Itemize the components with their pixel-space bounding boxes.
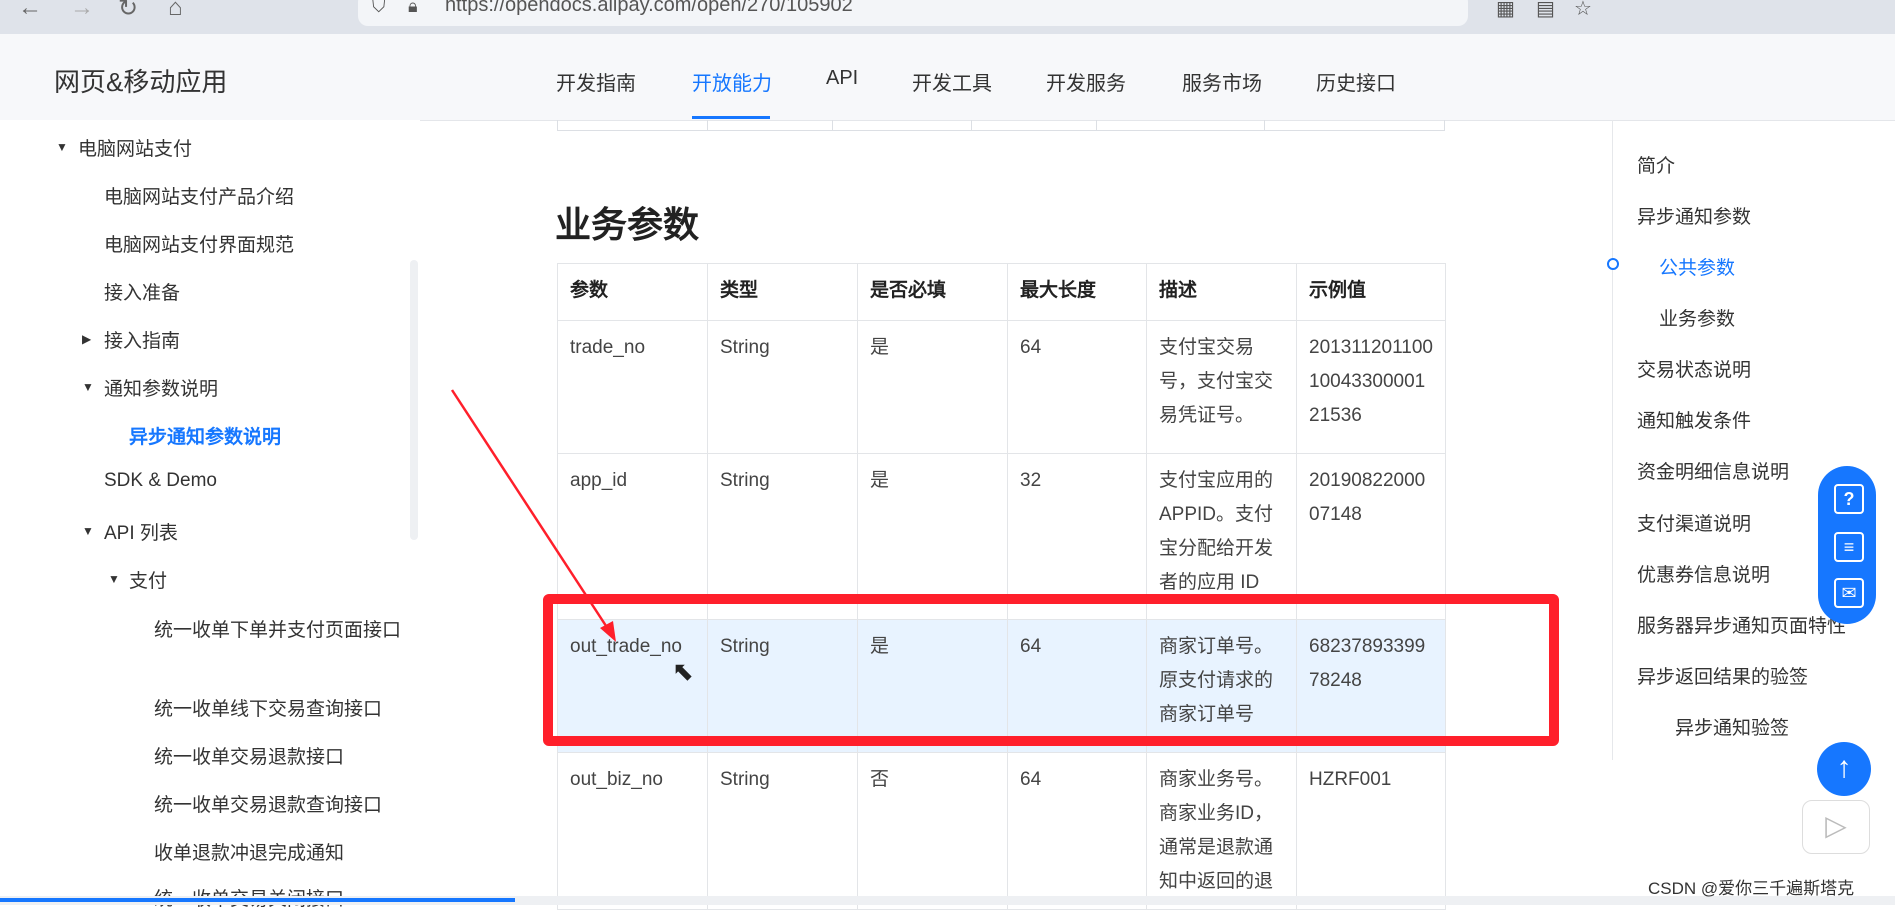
cell-max-length: 64 bbox=[1007, 752, 1147, 910]
floating-help-bar: ? ≡ ✉ bbox=[1818, 466, 1876, 624]
toc-item-business-params[interactable]: 业务参数 bbox=[1659, 304, 1735, 331]
prev-table-bottom bbox=[557, 120, 1445, 131]
cell-description: 商家业务号。商家业务ID，通常是退款通知中返回的退 bbox=[1146, 752, 1297, 910]
active-tab-indicator bbox=[692, 116, 770, 119]
cell-example: 2013112011001004330000121536 bbox=[1296, 320, 1446, 454]
table-border bbox=[1444, 120, 1445, 131]
table-border bbox=[1096, 120, 1097, 131]
caret-down-icon[interactable]: ▼ bbox=[108, 572, 120, 586]
sidebar-item-page-pay-api[interactable]: 统一收单下单并支付页面接口 bbox=[154, 614, 404, 647]
toc-item-coupon[interactable]: 优惠券信息说明 bbox=[1637, 560, 1770, 587]
qr-code-icon[interactable]: ▦ bbox=[1496, 0, 1515, 21]
tab-dev-tools[interactable]: 开发工具 bbox=[912, 67, 992, 96]
arrow-left-icon[interactable]: ← bbox=[18, 0, 42, 22]
table-border bbox=[832, 120, 833, 131]
tab-service-market[interactable]: 服务市场 bbox=[1182, 67, 1262, 96]
table-header-row: 参数 类型 是否必填 最大长度 描述 示例值 bbox=[557, 263, 1446, 321]
tab-dev-services[interactable]: 开发服务 bbox=[1046, 67, 1126, 96]
sidebar-item-guide[interactable]: 接入指南 bbox=[104, 326, 180, 353]
play-icon[interactable]: ▷ bbox=[1802, 800, 1870, 854]
tab-history-api[interactable]: 历史接口 bbox=[1316, 67, 1396, 96]
site-title[interactable]: 网页&移动应用 bbox=[54, 62, 227, 99]
toc-item-common-params[interactable]: 公共参数 bbox=[1659, 253, 1735, 280]
arrow-up-icon[interactable]: ↑ bbox=[1817, 742, 1871, 796]
toc-item-server-async[interactable]: 服务器异步通知页面特性 bbox=[1637, 611, 1846, 638]
sidebar-item-query-api[interactable]: 统一收单线下交易查询接口 bbox=[154, 694, 382, 721]
sidebar-item-refund-query-api[interactable]: 统一收单交易退款查询接口 bbox=[154, 790, 382, 817]
table-row: trade_no String 是 64 支付宝交易号，支付宝交易凭证号。 20… bbox=[557, 320, 1446, 454]
table-row: out_biz_no String 否 64 商家业务号。商家业务ID，通常是退… bbox=[557, 752, 1446, 910]
cell-description: 支付宝交易号，支付宝交易凭证号。 bbox=[1146, 320, 1297, 454]
scroll-progress-bar bbox=[0, 898, 515, 902]
sidebar-item-pc-pay[interactable]: 电脑网站支付 bbox=[78, 134, 192, 161]
cell-type: String bbox=[707, 752, 858, 910]
col-header-required: 是否必填 bbox=[857, 263, 1008, 321]
help-icon[interactable]: ? bbox=[1834, 484, 1864, 514]
toc-active-indicator bbox=[1607, 258, 1619, 270]
toc-item-pay-channel[interactable]: 支付渠道说明 bbox=[1637, 509, 1751, 536]
toc-item-trigger[interactable]: 通知触发条件 bbox=[1637, 406, 1751, 433]
col-header-description: 描述 bbox=[1146, 263, 1297, 321]
toc-item-intro[interactable]: 简介 bbox=[1637, 151, 1675, 178]
url-text[interactable]: https://opendocs.alipay.com/open/270/105… bbox=[445, 0, 853, 17]
cell-required: 是 bbox=[857, 320, 1008, 454]
site-header: 网页&移动应用 开发指南 开放能力 API 开发工具 开发服务 服务市场 历史接… bbox=[0, 34, 1895, 121]
sidebar-item-ui-spec[interactable]: 电脑网站支付界面规范 bbox=[104, 230, 294, 257]
toc-item-async-params[interactable]: 异步通知参数 bbox=[1637, 202, 1751, 229]
sidebar-item-async-notify[interactable]: 异步通知参数说明 bbox=[129, 422, 281, 449]
cursor-icon: ⬉ bbox=[672, 656, 694, 686]
sidebar-item-product-intro[interactable]: 电脑网站支付产品介绍 bbox=[104, 182, 294, 209]
sidebar-item-notify-params[interactable]: 通知参数说明 bbox=[104, 374, 218, 401]
toc-item-verify-sign[interactable]: 异步返回结果的验签 bbox=[1637, 662, 1808, 689]
col-header-type: 类型 bbox=[707, 263, 858, 321]
sidebar-item-api-list[interactable]: API 列表 bbox=[104, 518, 178, 545]
toc-item-async-verify[interactable]: 异步通知验签 bbox=[1675, 713, 1789, 740]
table-border bbox=[707, 120, 708, 131]
caret-down-icon[interactable]: ▼ bbox=[82, 524, 94, 538]
col-header-param: 参数 bbox=[557, 263, 708, 321]
tab-api[interactable]: API bbox=[826, 67, 858, 90]
sidebar-item-refund-api[interactable]: 统一收单交易退款接口 bbox=[154, 742, 344, 769]
caret-right-icon[interactable]: ▶ bbox=[82, 332, 91, 346]
star-icon[interactable]: ☆ bbox=[1574, 0, 1592, 21]
tab-open-capabilities[interactable]: 开放能力 bbox=[692, 67, 772, 96]
business-params-table: 参数 类型 是否必填 最大长度 描述 示例值 trade_no String 是… bbox=[557, 263, 1446, 910]
sidebar-scrollbar[interactable] bbox=[410, 260, 418, 540]
caret-down-icon[interactable]: ▼ bbox=[56, 140, 68, 154]
shield-icon: ⛉ bbox=[372, 0, 386, 16]
sidebar-item-pay[interactable]: 支付 bbox=[129, 566, 167, 593]
section-title: 业务参数 bbox=[555, 204, 700, 245]
cell-example: HZRF001 bbox=[1296, 752, 1446, 910]
lock-icon: 🔒︎ bbox=[408, 0, 418, 16]
col-header-example: 示例值 bbox=[1296, 263, 1446, 321]
reload-icon[interactable]: ↻ bbox=[118, 0, 138, 23]
toc-item-fund-detail[interactable]: 资金明细信息说明 bbox=[1637, 457, 1789, 484]
tab-dev-guide[interactable]: 开发指南 bbox=[556, 67, 636, 96]
cell-param: out_biz_no bbox=[557, 752, 708, 910]
cell-max-length: 64 bbox=[1007, 320, 1147, 454]
chat-icon[interactable]: ≡ bbox=[1834, 532, 1864, 562]
toc-item-trade-status[interactable]: 交易状态说明 bbox=[1637, 355, 1751, 382]
cell-param: trade_no bbox=[557, 320, 708, 454]
arrow-right-icon[interactable]: → bbox=[70, 0, 94, 22]
col-header-max-length: 最大长度 bbox=[1007, 263, 1147, 321]
reader-icon[interactable]: ▤ bbox=[1536, 0, 1555, 21]
sidebar-item-refund-notify[interactable]: 收单退款冲退完成通知 bbox=[154, 838, 344, 865]
feedback-icon[interactable]: ✉ bbox=[1834, 578, 1864, 608]
browser-toolbar: ← → ↻ ⌂ ⛉ 🔒︎ https://opendocs.alipay.com… bbox=[0, 0, 1895, 35]
annotation-highlight-frame bbox=[543, 594, 1559, 746]
home-icon[interactable]: ⌂ bbox=[168, 0, 183, 22]
caret-down-icon[interactable]: ▼ bbox=[82, 380, 94, 394]
cell-type: String bbox=[707, 320, 858, 454]
table-border bbox=[1264, 120, 1265, 131]
sidebar-item-sdk-demo[interactable]: SDK & Demo bbox=[104, 470, 217, 492]
cell-required: 否 bbox=[857, 752, 1008, 910]
table-border bbox=[971, 120, 972, 131]
table-border bbox=[557, 120, 558, 131]
watermark: CSDN @爱你三千遍斯塔克 bbox=[1648, 879, 1855, 898]
sidebar-item-preparation[interactable]: 接入准备 bbox=[104, 278, 180, 305]
